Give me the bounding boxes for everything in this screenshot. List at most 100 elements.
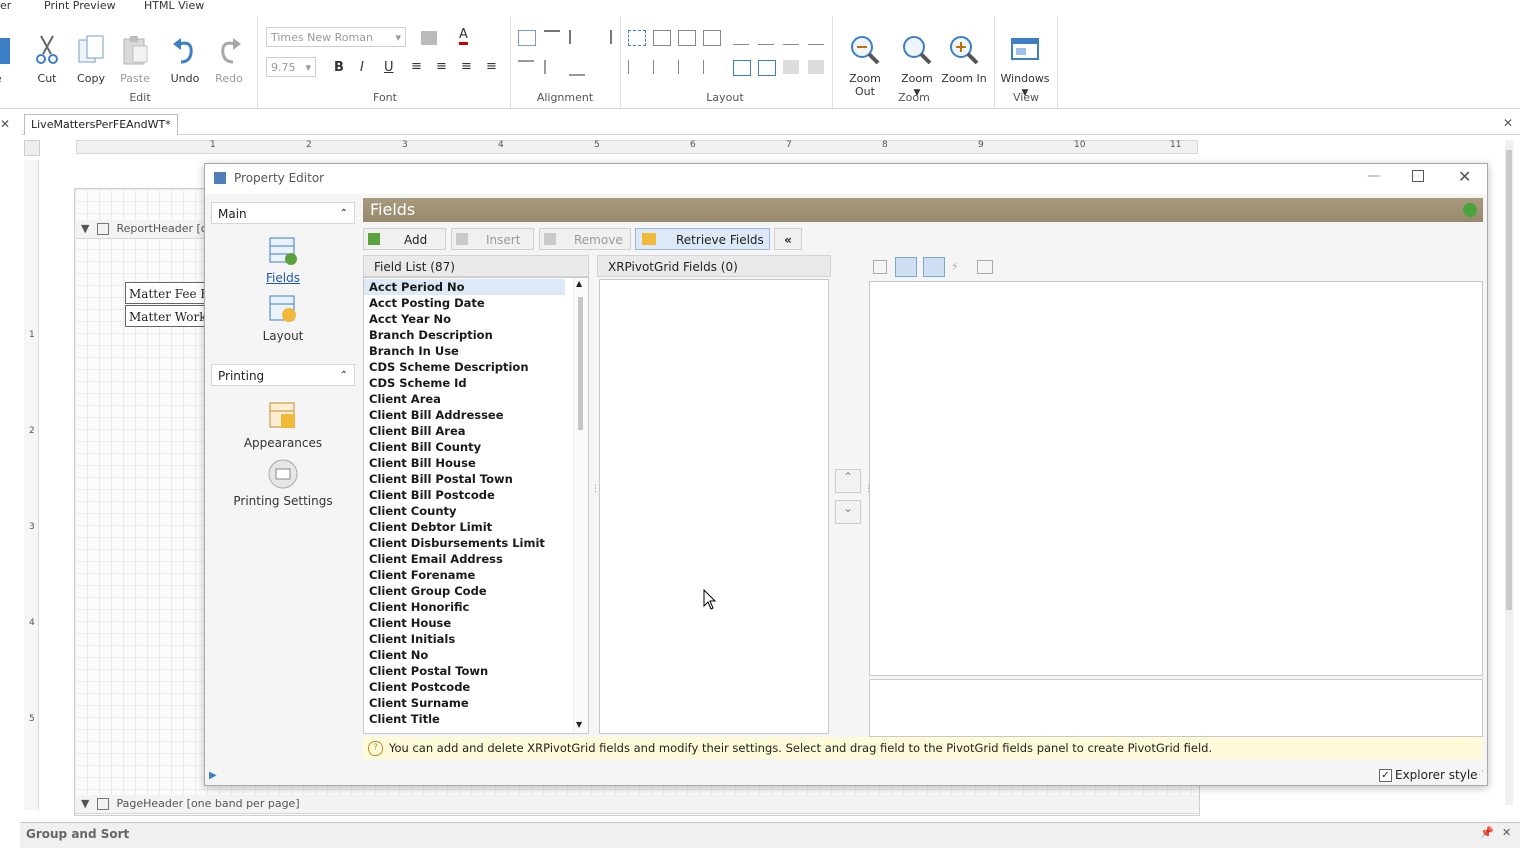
events-icon[interactable]: ⚡ <box>951 260 959 273</box>
alphabetical-icon[interactable] <box>895 257 917 277</box>
font-color-icon[interactable]: A <box>459 28 468 45</box>
horizontal-spacing-icon[interactable] <box>733 30 749 45</box>
underline-icon[interactable]: U <box>384 60 394 75</box>
align-left-icon[interactable]: ≡ <box>411 59 422 74</box>
collapse-triangle-icon[interactable]: ▼ <box>81 222 89 235</box>
align-right-icon[interactable] <box>594 30 612 44</box>
close-icon[interactable]: ✕ <box>1458 167 1471 186</box>
field-list-item[interactable]: Acct Period No <box>364 279 565 295</box>
undo-button[interactable]: Undo <box>163 34 207 85</box>
move-down-button[interactable]: ⌄ <box>835 500 861 524</box>
field-list-item[interactable]: CDS Scheme Description <box>369 359 529 375</box>
field-list-item[interactable]: Client Disbursements Limit <box>369 535 545 551</box>
partial-ribbon-button[interactable]: re <box>0 34 18 85</box>
upload-icon[interactable] <box>1463 203 1477 217</box>
cut-button[interactable]: Cut <box>25 34 69 85</box>
add-button[interactable]: Add <box>363 228 446 250</box>
field-list-item[interactable]: Client Postcode <box>369 679 470 695</box>
properties-icon[interactable] <box>923 257 945 277</box>
retrieve-fields-button[interactable]: Retrieve Fields <box>635 228 770 250</box>
insert-button[interactable]: Insert <box>451 228 534 250</box>
field-list-item[interactable]: Client Title <box>369 711 440 727</box>
field-list-item[interactable]: Client Email Address <box>369 551 503 567</box>
scrollbar-thumb[interactable] <box>578 297 583 430</box>
field-list-scrollbar[interactable]: ▲ ▼ <box>573 278 588 733</box>
tab-print-preview[interactable]: Print Preview <box>44 0 116 12</box>
field-list-item[interactable]: Client Bill Postcode <box>369 487 495 503</box>
explorer-style-checkbox[interactable]: ✓ <box>1379 769 1392 782</box>
vertical-scrollbar[interactable] <box>1505 140 1513 805</box>
center-horizontally-icon[interactable] <box>733 60 751 76</box>
field-list-item[interactable]: Client Surname <box>369 695 469 711</box>
field-list-item[interactable]: Client House <box>369 615 451 631</box>
property-grid[interactable] <box>869 281 1483 676</box>
highlight-color-icon[interactable] <box>421 31 437 45</box>
zoom-out-button[interactable]: Zoom Out <box>838 34 892 98</box>
field-list-item[interactable]: Client Debtor Limit <box>369 519 492 535</box>
scroll-up-icon[interactable]: ▲ <box>576 279 582 288</box>
field-list-item[interactable]: Client Initials <box>369 631 455 647</box>
dialog-title-bar[interactable]: Property Editor — ✕ <box>205 164 1487 194</box>
tab-html-view[interactable]: HTML View <box>144 0 204 12</box>
minimize-icon[interactable]: — <box>1367 168 1381 184</box>
zoom-in-button[interactable]: Zoom In <box>940 34 988 85</box>
nav-group-printing[interactable]: Printing ⌃ <box>211 364 355 386</box>
ribbon-tab-partial[interactable]: er <box>0 0 11 12</box>
align-tops-icon[interactable] <box>518 60 534 76</box>
align-bottoms-icon[interactable] <box>569 60 585 76</box>
italic-icon[interactable]: I <box>360 60 364 75</box>
move-up-button[interactable]: ⌃ <box>835 469 861 493</box>
field-list-item[interactable]: Client Bill House <box>369 455 476 471</box>
field-list-item[interactable]: Client Bill Postal Town <box>369 471 513 487</box>
nav-item-layout[interactable]: Layout <box>211 293 355 343</box>
table-cell[interactable]: Matter Fee Ear <box>125 282 215 304</box>
paste-button[interactable]: Paste <box>113 34 157 85</box>
copy-button[interactable]: Copy <box>69 34 113 85</box>
chevron-up-icon[interactable]: ⌃ <box>340 203 348 225</box>
make-same-height-icon[interactable] <box>678 30 696 46</box>
field-list-item[interactable]: Client Forename <box>369 567 475 583</box>
send-to-back-icon[interactable] <box>808 60 824 74</box>
pin-icon[interactable]: 📌 <box>1480 826 1494 839</box>
expand-arrow-icon[interactable]: ▶ <box>209 770 217 781</box>
make-same-width-icon[interactable] <box>653 30 671 46</box>
field-list-item[interactable]: Client County <box>369 503 457 519</box>
field-list-item[interactable]: Branch In Use <box>369 343 459 359</box>
scrollbar-thumb[interactable] <box>1506 150 1512 610</box>
bold-icon[interactable]: B <box>334 60 344 75</box>
align-center-icon[interactable]: ≡ <box>436 59 447 74</box>
field-list-item[interactable]: Client Group Code <box>369 583 487 599</box>
nav-item-appearances[interactable]: Appearances <box>211 400 355 450</box>
bring-to-front-icon[interactable] <box>783 60 799 74</box>
remove-v-spacing-icon[interactable] <box>703 60 720 74</box>
make-same-size-icon[interactable] <box>703 30 721 46</box>
field-list-item[interactable]: Branch Description <box>369 327 493 343</box>
maximize-icon[interactable] <box>1412 170 1424 182</box>
center-vertically-icon[interactable] <box>758 60 776 76</box>
remove-button[interactable]: Remove <box>539 228 631 250</box>
decrease-v-spacing-icon[interactable] <box>678 60 695 74</box>
font-size-combo[interactable]: 9.75 ▾ <box>266 57 316 77</box>
increase-h-spacing-icon[interactable] <box>758 30 774 45</box>
field-list-item[interactable]: Acct Year No <box>369 311 451 327</box>
zoom-button[interactable]: Zoom ▼ <box>895 34 939 98</box>
decrease-h-spacing-icon[interactable] <box>783 30 799 45</box>
nav-group-main[interactable]: Main ⌃ <box>211 202 355 224</box>
close-icon[interactable]: ✕ <box>1502 826 1511 839</box>
align-top-icon[interactable] <box>544 30 560 46</box>
remove-h-spacing-icon[interactable] <box>808 30 824 45</box>
justify-icon[interactable]: ≡ <box>486 59 497 74</box>
chevron-up-icon[interactable]: ⌃ <box>340 365 348 387</box>
nav-item-printing-settings[interactable]: Printing Settings <box>211 458 355 508</box>
nav-item-fields[interactable]: Fields <box>211 235 355 285</box>
close-panel-icon[interactable]: ✕ <box>0 117 10 131</box>
field-list-item[interactable]: Client Bill Area <box>369 423 466 439</box>
document-tab[interactable]: LiveMattersPerFEAndWT* <box>24 114 178 135</box>
scroll-down-icon[interactable]: ▼ <box>576 720 582 729</box>
collapse-button[interactable]: « <box>774 228 802 250</box>
categorized-icon[interactable] <box>873 260 887 274</box>
field-list-item[interactable]: Client Bill County <box>369 439 481 455</box>
field-list-item[interactable]: Client Area <box>369 391 441 407</box>
align-right-icon[interactable]: ≡ <box>461 59 472 74</box>
resize-grip-icon[interactable]: ⋰ <box>1475 770 1484 780</box>
